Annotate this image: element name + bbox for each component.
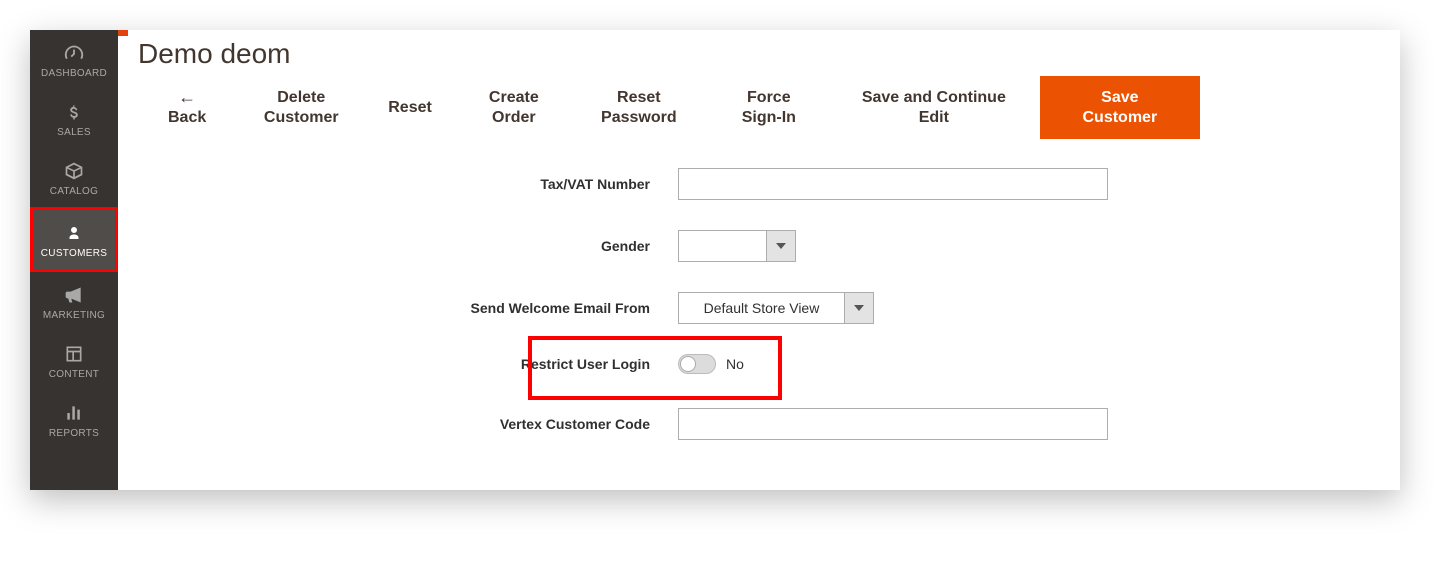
label-tax-vat: Tax/VAT Number	[138, 176, 678, 192]
bar-chart-icon	[60, 401, 88, 425]
box-icon	[60, 159, 88, 183]
app-window: DASHBOARD SALES CATALOG CUSTOMERS MARKET…	[30, 30, 1400, 490]
reset-button[interactable]: Reset	[366, 76, 454, 139]
tax-vat-input[interactable]	[678, 168, 1108, 200]
chevron-down-icon	[844, 292, 874, 324]
action-toolbar: ← Back Delete Customer Reset Create Orde…	[118, 76, 1400, 140]
brand-accent	[118, 30, 128, 36]
welcome-email-value: Default Store View	[678, 292, 844, 324]
row-vertex-code: Vertex Customer Code	[138, 408, 1380, 440]
sidebar-item-content[interactable]: CONTENT	[30, 331, 118, 390]
sidebar-item-sales[interactable]: SALES	[30, 89, 118, 148]
sidebar-item-dashboard[interactable]: DASHBOARD	[30, 30, 118, 89]
sidebar-item-reports[interactable]: REPORTS	[30, 390, 118, 449]
sidebar-label: CATALOG	[50, 186, 98, 197]
label-vertex-code: Vertex Customer Code	[138, 416, 678, 432]
label-restrict-login: Restrict User Login	[138, 356, 678, 372]
back-button[interactable]: ← Back	[138, 76, 236, 139]
save-continue-button[interactable]: Save and Continue Edit	[834, 76, 1034, 139]
restrict-login-toggle[interactable]	[678, 354, 716, 374]
row-welcome-email: Send Welcome Email From Default Store Vi…	[138, 292, 1380, 324]
force-signin-button[interactable]: Force Sign-In	[704, 76, 834, 139]
title-row: Demo deom	[118, 30, 1400, 76]
toggle-knob	[680, 356, 696, 372]
label-gender: Gender	[138, 238, 678, 254]
gender-value	[678, 230, 766, 262]
reset-password-button[interactable]: Reset Password	[574, 76, 704, 139]
create-order-button[interactable]: Create Order	[454, 76, 574, 139]
row-gender: Gender	[138, 230, 1380, 262]
dollar-icon	[60, 100, 88, 124]
megaphone-icon	[60, 283, 88, 307]
restrict-login-value: No	[726, 356, 744, 372]
save-customer-button[interactable]: Save Customer	[1040, 76, 1200, 139]
chevron-down-icon	[766, 230, 796, 262]
row-tax-vat: Tax/VAT Number	[138, 168, 1380, 200]
delete-customer-button[interactable]: Delete Customer	[236, 76, 366, 139]
person-icon	[60, 221, 88, 245]
welcome-email-select[interactable]: Default Store View	[678, 292, 874, 324]
sidebar-label: CUSTOMERS	[41, 248, 107, 259]
vertex-code-input[interactable]	[678, 408, 1108, 440]
gender-select[interactable]	[678, 230, 796, 262]
sidebar-label: SALES	[57, 127, 91, 138]
sidebar-item-marketing[interactable]: MARKETING	[30, 272, 118, 331]
page-title: Demo deom	[138, 38, 1380, 70]
sidebar-label: REPORTS	[49, 428, 99, 439]
form-area: Tax/VAT Number Gender Send Welc	[118, 140, 1400, 490]
arrow-left-icon: ←	[178, 88, 196, 106]
sidebar: DASHBOARD SALES CATALOG CUSTOMERS MARKET…	[30, 30, 118, 490]
back-label: Back	[168, 108, 206, 128]
sidebar-item-customers[interactable]: CUSTOMERS	[30, 207, 118, 272]
gauge-icon	[60, 41, 88, 65]
sidebar-label: MARKETING	[43, 310, 105, 321]
label-welcome-email: Send Welcome Email From	[138, 300, 678, 316]
row-restrict-login: Restrict User Login No	[138, 354, 1380, 374]
sidebar-item-catalog[interactable]: CATALOG	[30, 148, 118, 207]
sidebar-label: DASHBOARD	[41, 68, 107, 79]
main-panel: Demo deom ← Back Delete Customer Reset C…	[118, 30, 1400, 490]
sidebar-label: CONTENT	[49, 369, 99, 380]
layout-icon	[60, 342, 88, 366]
